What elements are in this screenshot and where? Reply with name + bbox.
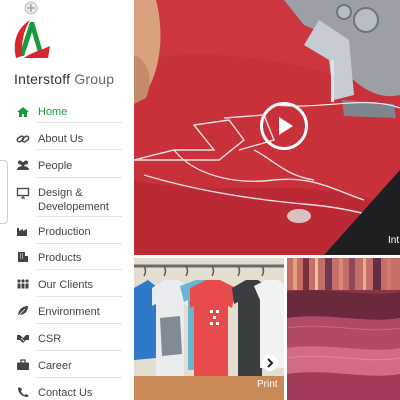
menu-label-about-us: About Us bbox=[38, 133, 84, 145]
menu-label-career: Career bbox=[38, 360, 72, 372]
tile-print-caption[interactable]: Print bbox=[257, 379, 278, 390]
leaf-icon bbox=[17, 306, 28, 317]
people-icon bbox=[17, 160, 29, 170]
chevron-right-icon bbox=[267, 358, 274, 368]
handshake-icon bbox=[17, 335, 29, 343]
menu-label-environment: Environment bbox=[38, 306, 100, 318]
menu-label-people: People bbox=[38, 160, 73, 172]
factory-icon bbox=[17, 228, 27, 236]
briefcase-icon bbox=[17, 359, 29, 370]
link-icon bbox=[16, 135, 30, 143]
menu-divider bbox=[36, 350, 122, 351]
tile-print-arrow-button[interactable] bbox=[262, 355, 278, 371]
menu-divider bbox=[36, 243, 122, 244]
menu-label-products: Products bbox=[38, 252, 82, 264]
phone-icon bbox=[18, 387, 29, 397]
brand-name: Interstoff Group bbox=[14, 71, 114, 87]
tile-print[interactable]: Print bbox=[134, 258, 284, 400]
menu-divider bbox=[36, 296, 122, 297]
brand-name-suffix: Group bbox=[74, 71, 115, 87]
side-drawer-handle[interactable] bbox=[0, 160, 8, 224]
menu-divider bbox=[36, 377, 122, 378]
menu-divider bbox=[36, 323, 122, 324]
hero-video[interactable]: Int bbox=[134, 0, 400, 255]
building-icon bbox=[18, 252, 28, 262]
menu-divider bbox=[36, 122, 122, 123]
menu-label-home: Home bbox=[38, 106, 68, 118]
menu-label-production: Production bbox=[38, 226, 91, 238]
menu-label-csr: CSR bbox=[38, 333, 62, 345]
play-button[interactable] bbox=[260, 102, 308, 150]
home-icon bbox=[17, 107, 29, 117]
menu-divider bbox=[36, 269, 122, 270]
fabric-rolls-image bbox=[287, 258, 400, 400]
menu-divider bbox=[36, 177, 122, 178]
brand-name-main: Interstoff bbox=[14, 71, 71, 87]
monitor-icon bbox=[16, 187, 30, 199]
menu-label-contact-us: Contact Us bbox=[38, 387, 93, 399]
logo[interactable]: Interstoff Group bbox=[0, 0, 133, 92]
menu-label-design-developement: Design & Developement bbox=[38, 187, 109, 213]
group-icon bbox=[17, 279, 29, 289]
play-icon bbox=[279, 117, 293, 135]
interstoff-logo-icon bbox=[14, 1, 50, 58]
tile-fabric[interactable] bbox=[287, 258, 400, 400]
menu-divider bbox=[36, 216, 122, 217]
sidebar: Interstoff Group Home About Us People De… bbox=[0, 0, 133, 400]
menu-divider bbox=[36, 149, 122, 150]
menu-label-our-clients: Our Clients bbox=[38, 279, 94, 291]
hero-caption[interactable]: Int bbox=[388, 235, 399, 246]
